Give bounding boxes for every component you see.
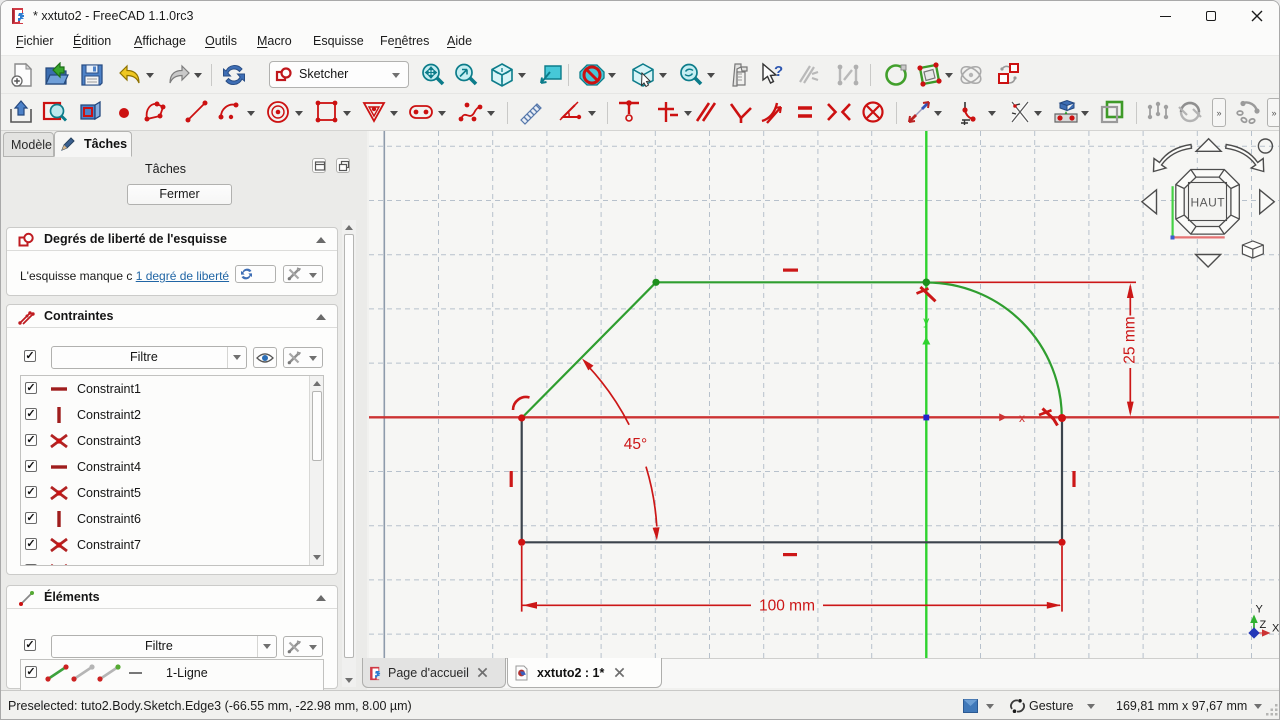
svg-text:Y: Y	[1256, 604, 1264, 616]
svg-text:100 mm: 100 mm	[759, 598, 815, 615]
svg-text:45°: 45°	[624, 436, 647, 453]
svg-text:y: y	[923, 314, 929, 328]
svg-text:HAUT: HAUT	[1190, 196, 1225, 210]
svg-text:?: ?	[774, 63, 783, 80]
svg-text:X: X	[1272, 623, 1280, 635]
svg-text:25 mm: 25 mm	[1122, 316, 1139, 363]
svg-text:Z: Z	[1260, 619, 1267, 631]
svg-text:x: x	[1019, 411, 1025, 425]
